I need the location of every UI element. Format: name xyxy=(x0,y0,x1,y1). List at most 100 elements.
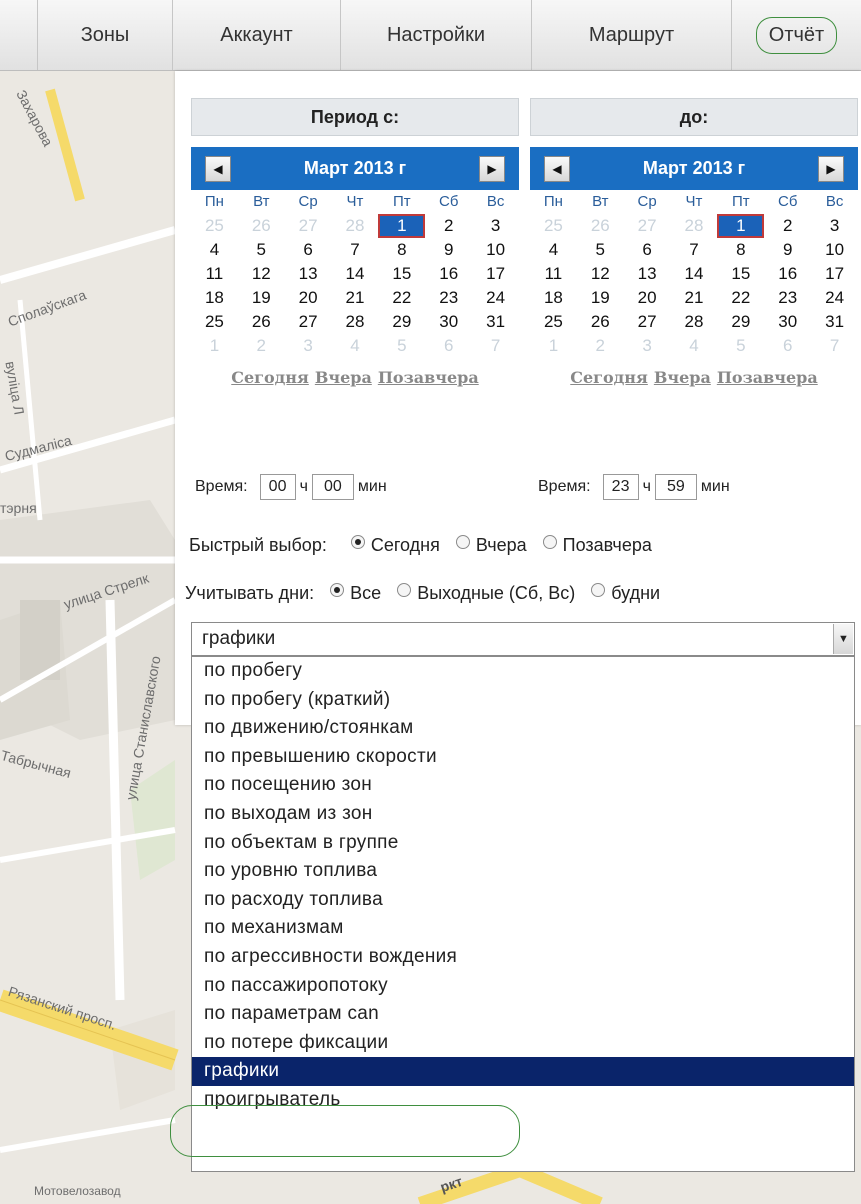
calendar-day[interactable]: 16 xyxy=(425,262,472,286)
link-day-before-yesterday[interactable]: Позавчера xyxy=(378,368,479,387)
calendar-day[interactable]: 11 xyxy=(530,262,577,286)
radio-quick-yesterday[interactable] xyxy=(455,534,470,549)
calendar-day[interactable]: 27 xyxy=(285,310,332,334)
calendar-day[interactable]: 17 xyxy=(472,262,519,286)
next-month-button[interactable]: ▶ xyxy=(818,155,844,182)
link-day-before-yesterday[interactable]: Позавчера xyxy=(717,368,818,387)
chevron-down-icon[interactable]: ▼ xyxy=(833,624,853,654)
calendar-day[interactable]: 14 xyxy=(671,262,718,286)
calendar-day[interactable]: 20 xyxy=(624,286,671,310)
calendar-day[interactable]: 6 xyxy=(624,238,671,262)
calendar-day[interactable]: 6 xyxy=(764,334,811,358)
report-type-select[interactable]: графики ▼ xyxy=(191,622,855,656)
calendar-day[interactable]: 7 xyxy=(811,334,858,358)
calendar-day[interactable]: 16 xyxy=(764,262,811,286)
calendar-day[interactable]: 25 xyxy=(530,310,577,334)
radio-days-weekdays[interactable] xyxy=(591,582,606,597)
calendar-day[interactable]: 5 xyxy=(577,238,624,262)
calendar-day[interactable]: 3 xyxy=(472,214,519,238)
dropdown-option[interactable]: по пробегу (краткий) xyxy=(192,686,854,715)
dropdown-option[interactable]: по уровню топлива xyxy=(192,857,854,886)
dropdown-option[interactable]: по объектам в группе xyxy=(192,829,854,858)
calendar-day[interactable]: 7 xyxy=(472,334,519,358)
calendar-day[interactable]: 3 xyxy=(811,214,858,238)
tab-zones[interactable]: Зоны xyxy=(38,0,173,70)
calendar-day[interactable]: 8 xyxy=(717,238,764,262)
calendar-day[interactable]: 27 xyxy=(624,310,671,334)
calendar-day[interactable]: 21 xyxy=(671,286,718,310)
calendar-day[interactable]: 28 xyxy=(671,214,718,238)
dropdown-option[interactable]: по потере фиксации xyxy=(192,1029,854,1058)
calendar-day[interactable]: 30 xyxy=(425,310,472,334)
calendar-day[interactable]: 5 xyxy=(238,238,285,262)
calendar-day[interactable]: 28 xyxy=(332,310,379,334)
calendar-day[interactable]: 2 xyxy=(238,334,285,358)
link-today[interactable]: Сегодня xyxy=(231,368,309,387)
dropdown-option[interactable]: графики xyxy=(192,1057,854,1086)
dropdown-option[interactable]: проигрыватель xyxy=(192,1086,854,1115)
calendar-day[interactable]: 29 xyxy=(717,310,764,334)
link-today[interactable]: Сегодня xyxy=(570,368,648,387)
calendar-day[interactable]: 28 xyxy=(332,214,379,238)
radio-days-weekend[interactable] xyxy=(397,582,412,597)
tab-account[interactable]: Аккаунт xyxy=(173,0,341,70)
tab-report[interactable]: Отчёт xyxy=(732,0,861,70)
calendar-day[interactable]: 13 xyxy=(624,262,671,286)
calendar-day[interactable]: 27 xyxy=(285,214,332,238)
calendar-day[interactable]: 31 xyxy=(472,310,519,334)
calendar-day[interactable]: 19 xyxy=(238,286,285,310)
calendar-day[interactable]: 18 xyxy=(530,286,577,310)
dropdown-option[interactable]: по параметрам can xyxy=(192,1000,854,1029)
time-from-minutes-input[interactable]: 00 xyxy=(311,474,354,500)
calendar-day[interactable]: 11 xyxy=(191,262,238,286)
calendar-day[interactable]: 24 xyxy=(811,286,858,310)
calendar-day[interactable]: 25 xyxy=(530,214,577,238)
calendar-day[interactable]: 6 xyxy=(425,334,472,358)
calendar-day[interactable]: 27 xyxy=(624,214,671,238)
calendar-day[interactable]: 22 xyxy=(378,286,425,310)
calendar-day[interactable]: 4 xyxy=(671,334,718,358)
calendar-day[interactable]: 5 xyxy=(717,334,764,358)
calendar-day[interactable]: 24 xyxy=(472,286,519,310)
calendar-day[interactable]: 18 xyxy=(191,286,238,310)
calendar-day[interactable]: 1 xyxy=(191,334,238,358)
calendar-day[interactable]: 1 xyxy=(378,214,426,238)
calendar-day[interactable]: 1 xyxy=(717,214,765,238)
calendar-day[interactable]: 10 xyxy=(472,238,519,262)
calendar-day[interactable]: 2 xyxy=(425,214,472,238)
radio-quick-today[interactable] xyxy=(350,534,365,549)
calendar-day[interactable]: 26 xyxy=(238,310,285,334)
calendar-day[interactable]: 26 xyxy=(577,310,624,334)
calendar-day[interactable]: 31 xyxy=(811,310,858,334)
radio-days-all[interactable] xyxy=(330,582,345,597)
tab-route[interactable]: Маршрут xyxy=(532,0,732,70)
time-from-hours-input[interactable]: 00 xyxy=(259,474,296,500)
prev-month-button[interactable]: ◀ xyxy=(544,155,570,182)
link-yesterday[interactable]: Вчера xyxy=(315,368,372,387)
calendar-day[interactable]: 30 xyxy=(764,310,811,334)
dropdown-option[interactable]: по посещению зон xyxy=(192,771,854,800)
calendar-day[interactable]: 28 xyxy=(671,310,718,334)
prev-month-button[interactable]: ◀ xyxy=(205,155,231,182)
calendar-day[interactable]: 13 xyxy=(285,262,332,286)
calendar-day[interactable]: 3 xyxy=(624,334,671,358)
calendar-day[interactable]: 10 xyxy=(811,238,858,262)
calendar-day[interactable]: 3 xyxy=(285,334,332,358)
next-month-button[interactable]: ▶ xyxy=(479,155,505,182)
tab-settings[interactable]: Настройки xyxy=(341,0,532,70)
calendar-day[interactable]: 26 xyxy=(238,214,285,238)
calendar-day[interactable]: 6 xyxy=(285,238,332,262)
time-to-hours-input[interactable]: 23 xyxy=(602,474,639,500)
dropdown-option[interactable]: по расходу топлива xyxy=(192,886,854,915)
calendar-day[interactable]: 7 xyxy=(671,238,718,262)
dropdown-option[interactable]: по механизмам xyxy=(192,914,854,943)
calendar-day[interactable]: 29 xyxy=(378,310,425,334)
calendar-day[interactable]: 20 xyxy=(285,286,332,310)
calendar-day[interactable]: 1 xyxy=(530,334,577,358)
link-yesterday[interactable]: Вчера xyxy=(654,368,711,387)
calendar-day[interactable]: 15 xyxy=(717,262,764,286)
calendar-day[interactable]: 17 xyxy=(811,262,858,286)
calendar-day[interactable]: 12 xyxy=(238,262,285,286)
dropdown-option[interactable]: по превышению скорости xyxy=(192,743,854,772)
dropdown-option[interactable]: по пробегу xyxy=(192,657,854,686)
